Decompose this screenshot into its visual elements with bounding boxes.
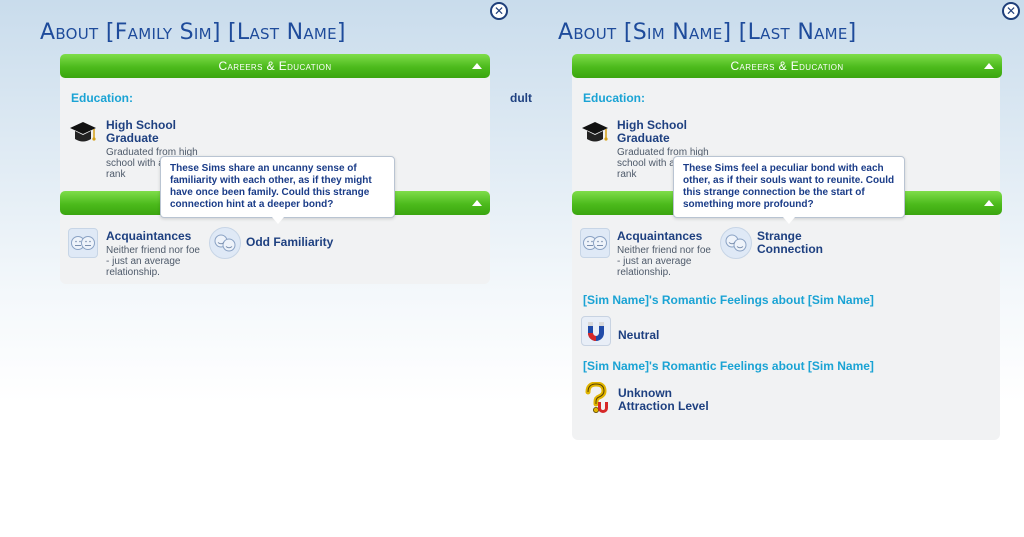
bond-label: Odd Familiarity <box>246 235 334 249</box>
smiling-faces-icon <box>209 227 241 259</box>
relationship-title: Acquaintances <box>106 229 192 243</box>
romance-value-2: Unknown Attraction Level <box>618 386 709 413</box>
magnet-icon <box>581 316 611 346</box>
section-header-label: Careers & Education <box>218 59 332 73</box>
education-label: Education: <box>71 91 133 105</box>
chevron-up-icon[interactable] <box>984 63 994 69</box>
close-icon[interactable]: ✕ <box>1002 2 1020 20</box>
relationship-title: Acquaintances <box>617 229 703 243</box>
question-magnet-icon <box>581 382 611 413</box>
graduation-cap-icon <box>580 117 610 147</box>
neutral-faces-icon <box>68 228 98 258</box>
romance-heading-1: [Sim Name]'s Romantic Feelings about [Si… <box>583 293 874 307</box>
bond-tooltip: These Sims feel a peculiar bond with eac… <box>673 156 905 224</box>
section-header-label: Careers & Education <box>730 59 844 73</box>
bond-tooltip: These Sims share an uncanny sense of fam… <box>160 156 395 224</box>
relationship-description: Neither friend nor foe - just an average… <box>106 245 200 278</box>
graduation-cap-icon <box>68 117 98 147</box>
close-icon[interactable]: ✕ <box>490 2 508 20</box>
careers-section-header[interactable]: Careers & Education <box>60 54 490 78</box>
chevron-up-icon[interactable] <box>472 200 482 206</box>
relationship-description: Neither friend nor foe - just an average… <box>617 245 711 278</box>
chevron-up-icon[interactable] <box>984 200 994 206</box>
education-title: High School Graduate <box>106 118 176 145</box>
education-label: Education: <box>583 91 645 105</box>
bond-label: Strange Connection <box>757 229 823 256</box>
careers-section-header[interactable]: Careers & Education <box>572 54 1002 78</box>
panel-title: About [Sim Name] [Last Name] <box>558 20 857 45</box>
chevron-up-icon[interactable] <box>472 63 482 69</box>
right-panel: ✕ About [Sim Name] [Last Name] Careers &… <box>512 0 1024 537</box>
romance-heading-2: [Sim Name]'s Romantic Feelings about [Si… <box>583 359 874 373</box>
education-title: High School Graduate <box>617 118 687 145</box>
panel-title: About [Family Sim] [Last Name] <box>40 20 346 45</box>
left-panel: ✕ About [Family Sim] [Last Name] Careers… <box>0 0 532 537</box>
romance-value-1: Neutral <box>618 328 660 342</box>
smiling-faces-icon <box>720 227 752 259</box>
neutral-faces-icon <box>580 228 610 258</box>
